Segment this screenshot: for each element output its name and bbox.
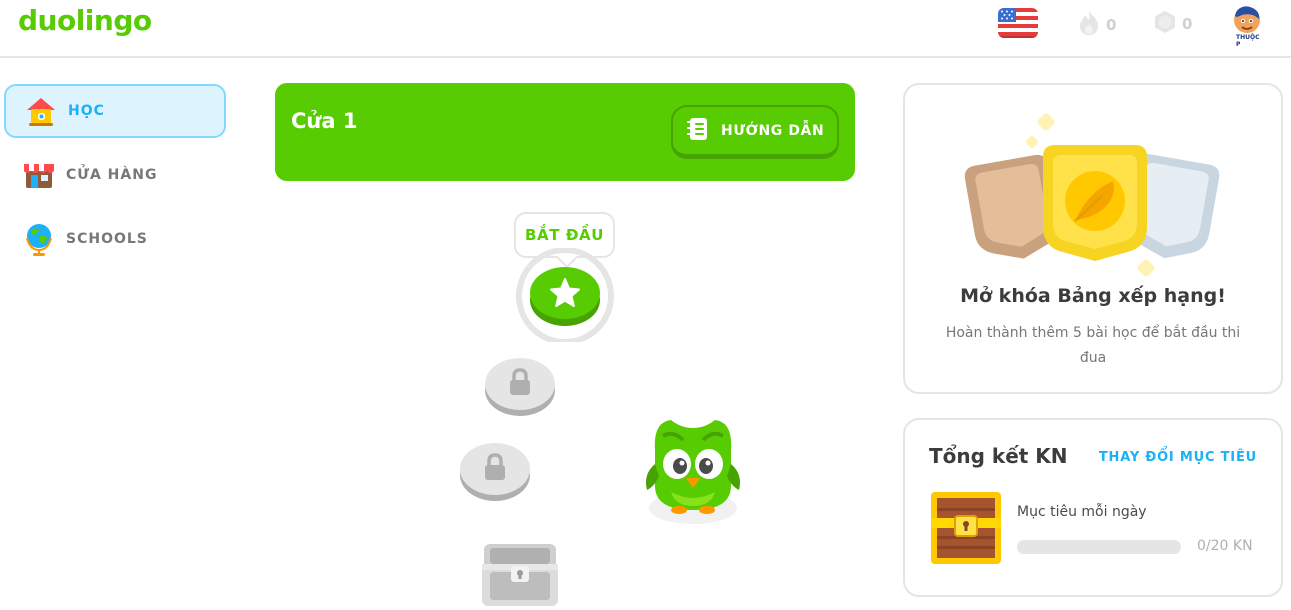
- lesson-node-active[interactable]: [516, 247, 614, 345]
- flame-icon: [1078, 10, 1100, 40]
- unit-title: Cửa 1: [291, 109, 358, 133]
- top-bar: duolingo 0 0 THUỘC P: [0, 0, 1291, 58]
- daily-goal-progress: [1017, 540, 1181, 554]
- gems-counter[interactable]: 0: [1154, 10, 1192, 38]
- globe-icon: [22, 222, 56, 256]
- chest-icon[interactable]: [478, 538, 562, 610]
- xp-summary-title: Tổng kết KN: [929, 444, 1068, 468]
- treasure-chest-icon: [929, 490, 1003, 570]
- sidebar-item-learn[interactable]: HỌC: [4, 84, 226, 138]
- start-label: BẮT ĐẦU: [524, 226, 605, 244]
- leaderboard-card: Mở khóa Bảng xếp hạng! Hoàn thành thêm 5…: [903, 83, 1283, 394]
- gem-icon: [1154, 10, 1176, 38]
- streak-counter[interactable]: 0: [1078, 10, 1116, 40]
- shop-icon: [22, 158, 56, 192]
- leaderboard-description: Hoàn thành thêm 5 bài học để bắt đầu thi…: [945, 325, 1241, 366]
- notebook-icon: [685, 116, 711, 146]
- daily-goal-label: Mục tiêu mỗi ngày: [1017, 504, 1147, 520]
- leaderboard-title: Mở khóa Bảng xếp hạng!: [960, 285, 1226, 307]
- sidebar: HỌC CỬA HÀNG SCHOOLS: [0, 58, 240, 610]
- gems-value: 0: [1182, 15, 1193, 33]
- unit-banner: Cửa 1 HƯỚNG DẪN: [275, 83, 855, 181]
- streak-value: 0: [1106, 16, 1117, 34]
- sidebar-item-schools[interactable]: SCHOOLS: [4, 212, 226, 266]
- us-flag-icon[interactable]: [998, 8, 1038, 38]
- guidebook-label: HƯỚNG DẪN: [721, 122, 825, 139]
- sidebar-item-label: HỌC: [68, 103, 105, 119]
- lesson-node-locked[interactable]: [459, 437, 531, 509]
- league-shields-icon: [957, 109, 1233, 283]
- avatar-caption: THUỘC P: [1236, 34, 1260, 48]
- daily-goal-value: 0/20 KN: [1197, 538, 1253, 554]
- duolingo-logo[interactable]: duolingo: [18, 4, 152, 37]
- guidebook-button[interactable]: HƯỚNG DẪN: [671, 105, 839, 159]
- sidebar-item-shop[interactable]: CỬA HÀNG: [4, 148, 226, 202]
- sidebar-item-label: CỬA HÀNG: [66, 167, 158, 183]
- house-icon: [24, 94, 58, 128]
- profile-avatar[interactable]: THUỘC P: [1230, 4, 1264, 48]
- xp-summary-card: Tổng kết KN THAY ĐỔI MỤC TIÊU Mục tiêu m…: [903, 418, 1283, 597]
- duo-owl-mascot: [641, 414, 745, 530]
- sidebar-item-label: SCHOOLS: [66, 231, 148, 247]
- lesson-node-locked[interactable]: [484, 352, 556, 424]
- change-goal-link[interactable]: THAY ĐỔI MỤC TIÊU: [1099, 450, 1257, 465]
